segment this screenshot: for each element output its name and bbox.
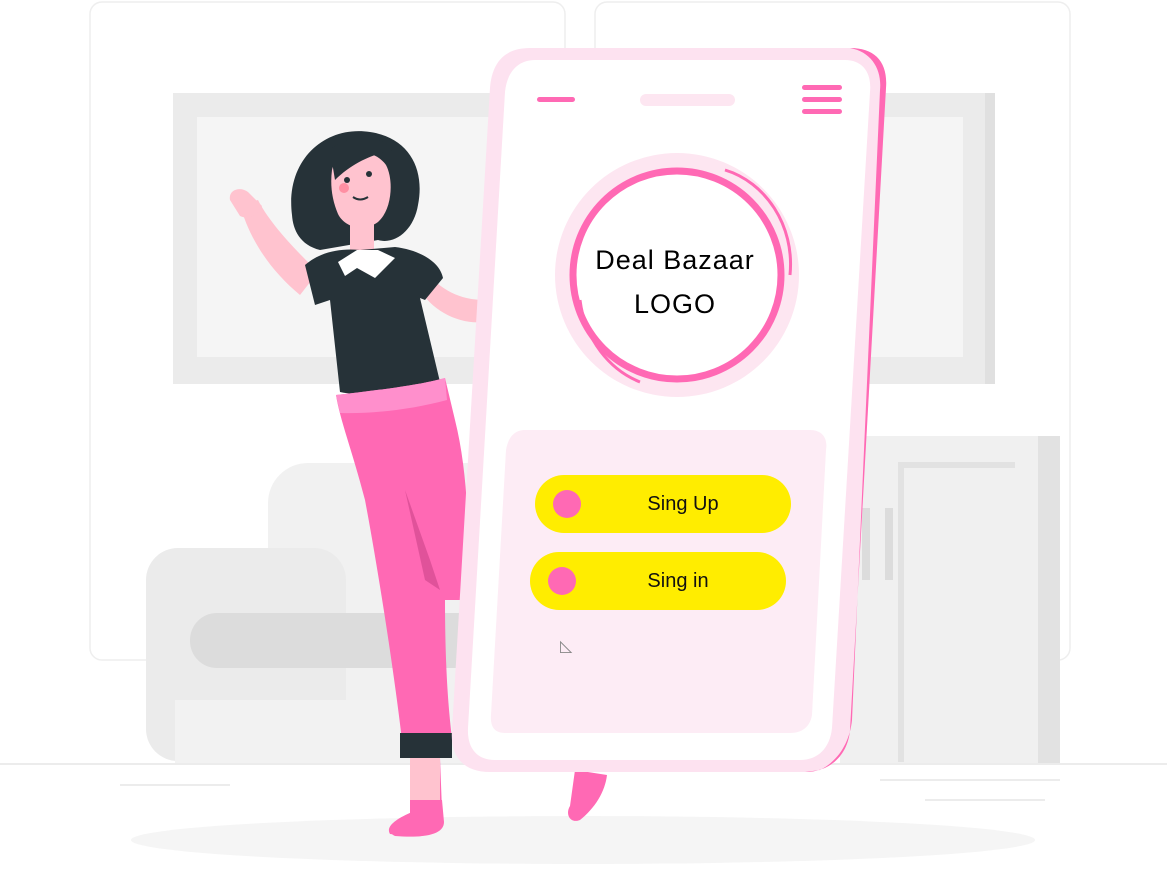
speaker-pill <box>640 94 735 106</box>
cabinet <box>840 436 1060 764</box>
status-dash <box>537 97 575 102</box>
floor-shadow <box>131 816 1035 864</box>
logo-line-1: Deal Bazaar <box>595 245 755 275</box>
illustration-scene <box>0 1 1167 864</box>
sign-in-label: Sing in <box>647 570 709 592</box>
pants-cuff <box>400 733 452 758</box>
sign-in-button[interactable]: Sing in <box>530 552 786 610</box>
woman-back-foot <box>568 770 607 821</box>
cursor-icon: ◺ <box>560 638 573 655</box>
sign-up-label: Sing Up <box>647 493 719 515</box>
logo-line-2: LOGO <box>633 289 717 319</box>
bullet-icon <box>548 567 576 595</box>
logo-text: Deal Bazaar LOGO <box>565 238 785 326</box>
hamburger-icon[interactable] <box>802 85 842 115</box>
sign-up-button[interactable]: Sing Up <box>535 475 791 533</box>
bullet-icon <box>553 490 581 518</box>
